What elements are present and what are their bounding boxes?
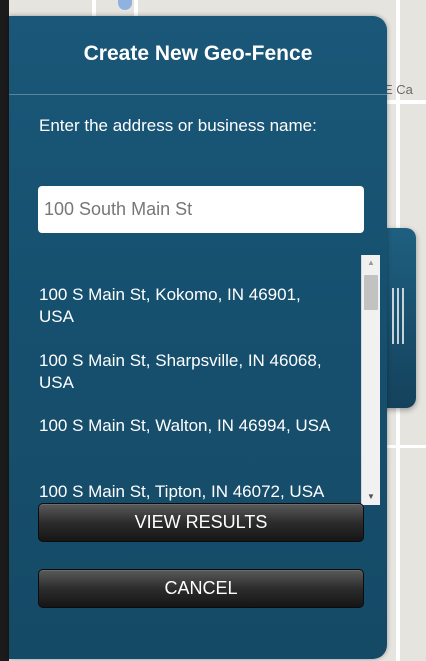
scrollbar-thumb[interactable] xyxy=(364,275,378,310)
geo-fence-panel: Create New Geo-Fence Enter the address o… xyxy=(9,16,387,659)
address-prompt-label: Enter the address or business name: xyxy=(39,116,317,135)
grip-lines-icon xyxy=(392,288,394,344)
scroll-up-arrow-icon[interactable]: ▲ xyxy=(362,255,380,271)
map-road xyxy=(134,0,138,16)
map-road xyxy=(92,0,96,16)
map-edge-strip xyxy=(0,0,9,661)
address-search-input[interactable] xyxy=(38,186,364,233)
address-results-list[interactable]: 100 S Main St, Kokomo, IN 46901, USA 100… xyxy=(39,255,361,505)
scroll-down-arrow-icon[interactable]: ▼ xyxy=(362,489,380,505)
map-pin-icon[interactable] xyxy=(118,0,132,10)
map-road xyxy=(387,100,426,104)
result-item[interactable]: 100 S Main St, Tipton, IN 46072, USA xyxy=(39,481,339,503)
results-scrollbar[interactable]: ▲ ▼ xyxy=(361,255,380,505)
map-road-label: E Ca xyxy=(384,82,413,97)
result-item[interactable]: 100 S Main St, Kokomo, IN 46901, USA xyxy=(39,284,339,328)
map-road xyxy=(387,445,426,448)
result-item[interactable]: 100 S Main St, Walton, IN 46994, USA xyxy=(39,415,339,437)
title-divider xyxy=(9,94,387,95)
cancel-button[interactable]: CANCEL xyxy=(38,569,364,608)
panel-title: Create New Geo-Fence xyxy=(83,42,313,65)
result-item[interactable]: 100 S Main St, Sharpsville, IN 46068, US… xyxy=(39,350,339,394)
view-results-button[interactable]: VIEW RESULTS xyxy=(38,503,364,542)
